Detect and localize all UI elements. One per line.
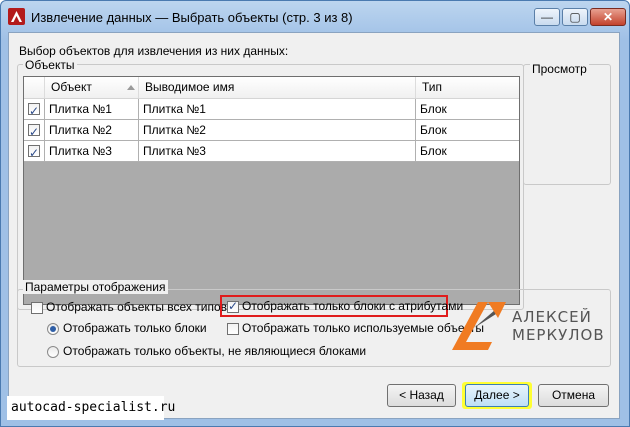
cell-object: Плитка №3 xyxy=(45,141,139,161)
column-header-check[interactable] xyxy=(24,77,45,98)
blocks-only-radio[interactable] xyxy=(47,323,59,335)
row-checkbox[interactable] xyxy=(28,143,40,161)
sort-ascending-icon xyxy=(127,85,135,90)
preview-group xyxy=(523,64,611,185)
cell-object: Плитка №1 xyxy=(45,99,139,119)
close-icon: ✕ xyxy=(602,10,614,24)
instruction-text: Выбор объектов для извлечения из них дан… xyxy=(19,44,289,58)
minimize-icon: — xyxy=(541,10,553,24)
window-title: Извлечение данных — Выбрать объекты (стр… xyxy=(31,10,353,25)
author-logo: АЛЕКСЕЙ МЕРКУЛОВ xyxy=(448,298,604,357)
row-checkbox[interactable] xyxy=(28,101,40,119)
table-row[interactable]: Плитка №1 Плитка №1 Блок xyxy=(24,99,519,120)
objects-table[interactable]: Объект Выводимое имя Тип Плитка №1 Плитк… xyxy=(23,76,520,305)
author-logo-mark xyxy=(452,302,506,350)
logo-first-name: АЛЕКСЕЙ xyxy=(512,308,592,326)
show-all-types-label[interactable]: Отображать объекты всех типов xyxy=(46,300,227,314)
cell-display-name[interactable]: Плитка №1 xyxy=(139,99,416,119)
column-header-type-label: Тип xyxy=(422,80,443,94)
column-header-display-name[interactable]: Выводимое имя xyxy=(139,77,416,98)
watermark-url: autocad-specialist.ru xyxy=(7,396,175,420)
row-checkbox[interactable] xyxy=(28,122,40,140)
dialog-client-area: Выбор объектов для извлечения из них дан… xyxy=(8,32,620,419)
table-row[interactable]: Плитка №2 Плитка №2 Блок xyxy=(24,120,519,141)
autocad-app-icon xyxy=(8,8,25,25)
row-check-cell xyxy=(24,141,45,161)
blocks-with-attributes-label[interactable]: Отображать только блоки с атрибутами xyxy=(242,299,463,313)
non-blocks-only-label[interactable]: Отображать только объекты, не являющиеся… xyxy=(63,344,366,358)
maximize-button[interactable]: ▢ xyxy=(562,8,588,26)
cell-object: Плитка №2 xyxy=(45,120,139,140)
cell-type: Блок xyxy=(420,144,447,158)
row-check-cell xyxy=(24,99,45,119)
minimize-button[interactable]: — xyxy=(534,8,560,26)
cell-type: Блок xyxy=(420,123,447,137)
next-button[interactable]: Далее > xyxy=(465,384,529,407)
back-button[interactable]: < Назад xyxy=(387,384,456,407)
logo-last-name: МЕРКУЛОВ xyxy=(512,326,605,344)
preview-title: Просмотр xyxy=(530,62,589,76)
column-header-object-label: Объект xyxy=(51,80,92,94)
table-header: Объект Выводимое имя Тип xyxy=(24,77,519,99)
objects-group-title: Объекты xyxy=(23,58,77,72)
cancel-button[interactable]: Отмена xyxy=(538,384,609,407)
close-button[interactable]: ✕ xyxy=(590,8,626,26)
cell-display-name[interactable]: Плитка №2 xyxy=(139,120,416,140)
non-blocks-only-radio[interactable] xyxy=(47,346,59,358)
show-all-types-checkbox[interactable] xyxy=(31,302,43,314)
table-row[interactable]: Плитка №3 Плитка №3 Блок xyxy=(24,141,519,162)
column-header-display-name-label: Выводимое имя xyxy=(145,80,235,94)
cell-type: Блок xyxy=(420,102,447,116)
display-options-title: Параметры отображения xyxy=(23,280,168,294)
maximize-icon: ▢ xyxy=(569,10,581,24)
blocks-with-attributes-checkbox[interactable] xyxy=(227,299,239,313)
cell-display-name[interactable]: Плитка №3 xyxy=(139,141,416,161)
title-bar[interactable]: Извлечение данных — Выбрать объекты (стр… xyxy=(1,1,629,33)
used-objects-only-checkbox[interactable] xyxy=(227,323,239,335)
column-header-type[interactable]: Тип xyxy=(416,77,519,98)
row-check-cell xyxy=(24,120,45,140)
column-header-object[interactable]: Объект xyxy=(45,77,139,98)
blocks-only-label[interactable]: Отображать только блоки xyxy=(63,321,207,335)
